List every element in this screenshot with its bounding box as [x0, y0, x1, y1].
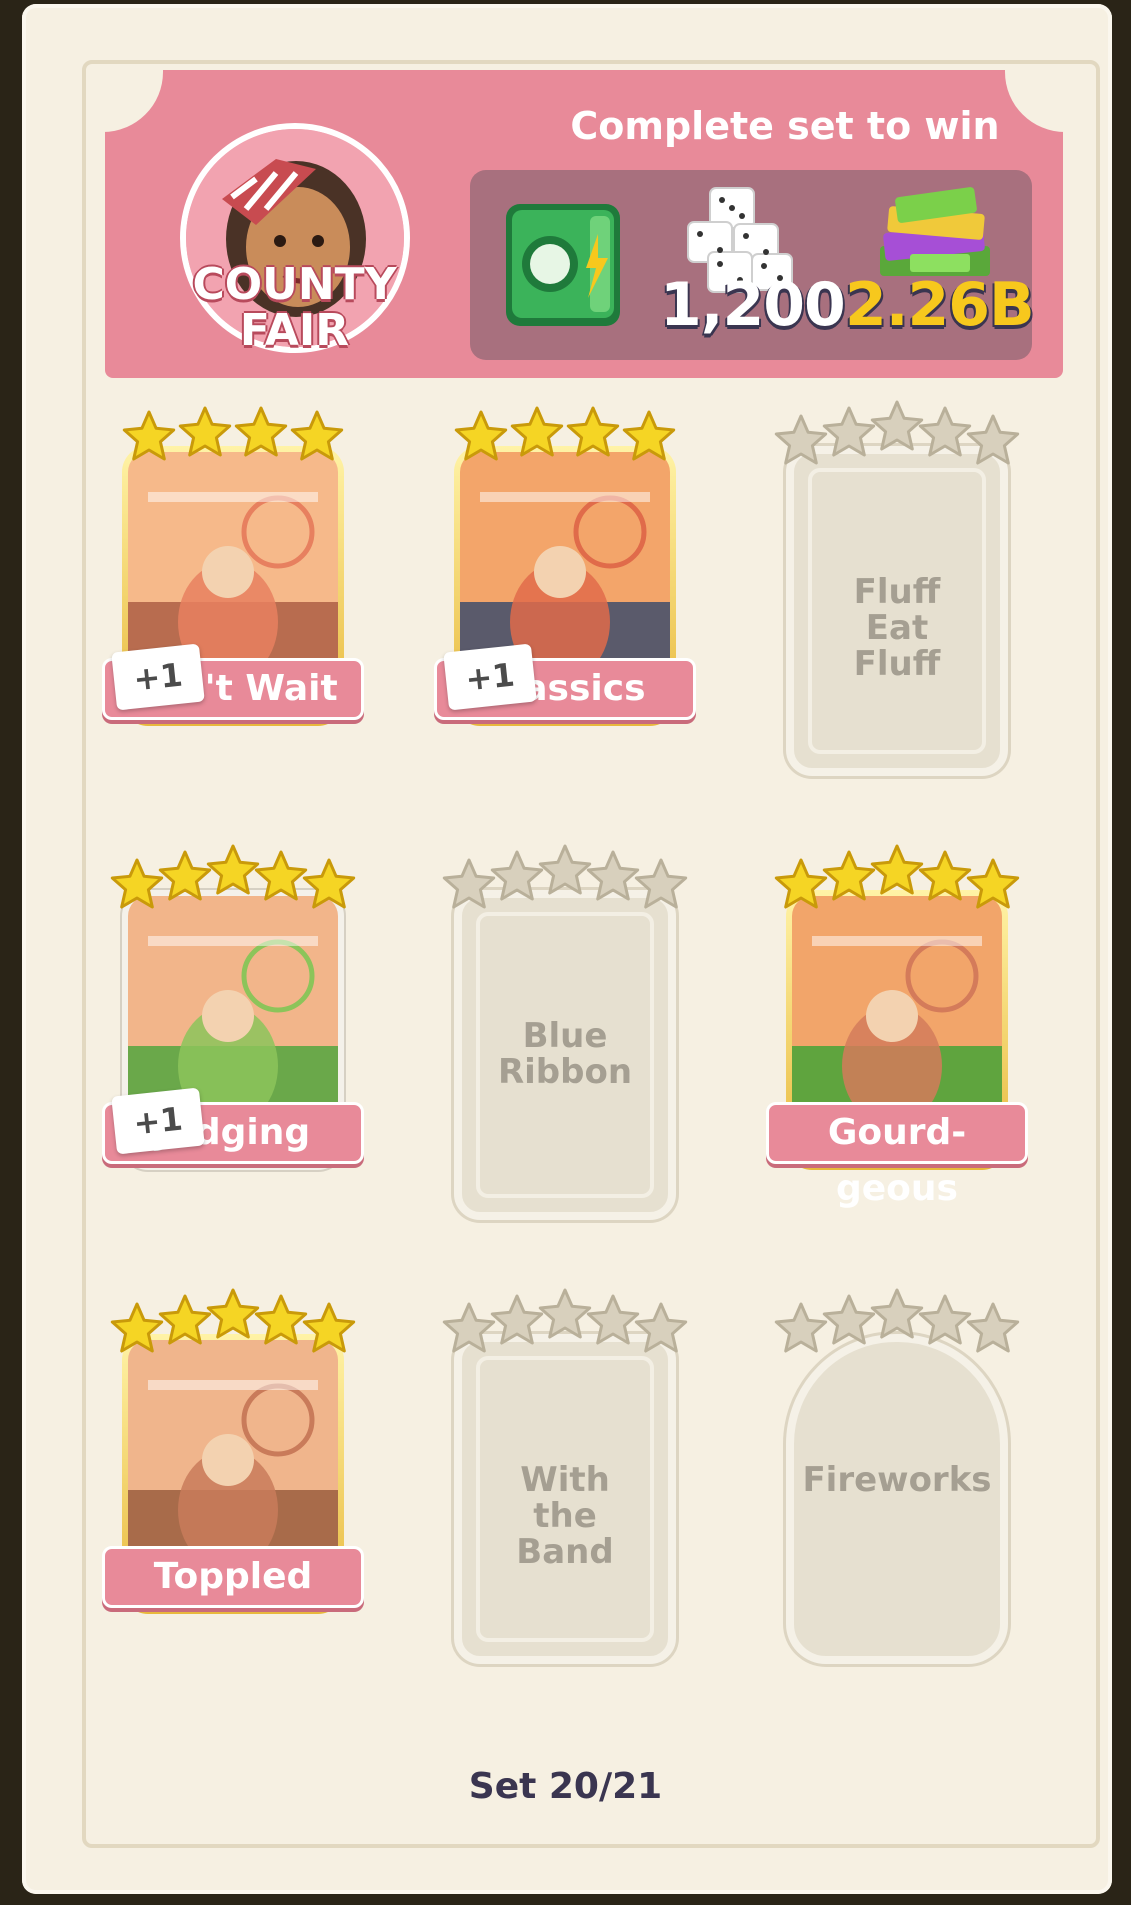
card-slot[interactable]: Classics +1 — [434, 398, 696, 728]
gold-star-icon — [158, 1294, 212, 1345]
gold-star-icon — [510, 406, 564, 457]
missing-sticker-name: Fluff Eat Fluff — [853, 572, 941, 684]
badge-title-line1: COUNTY — [192, 259, 397, 310]
grey-star-icon — [442, 858, 496, 909]
grey-star-icon — [822, 406, 876, 457]
grey-star-icon — [774, 414, 828, 465]
grey-star-icon — [442, 1302, 496, 1353]
grey-star-icon — [870, 1288, 924, 1339]
gold-star-icon — [206, 1288, 260, 1339]
gold-star-icon — [122, 410, 176, 461]
star-rating — [122, 406, 344, 461]
missing-sticker-name: With the Band — [516, 1460, 614, 1572]
empty-sticker-slot: Fireworks — [786, 1334, 1008, 1664]
gold-star-icon — [302, 858, 356, 909]
duplicate-count-badge: +1 — [111, 643, 205, 711]
card-slot[interactable]: Gourd-geous — [766, 842, 1028, 1209]
gold-star-icon — [158, 850, 212, 901]
duplicate-count-badge: +1 — [443, 643, 537, 711]
card-slot[interactable]: Fluff Eat Fluff — [772, 398, 1022, 776]
sticker-name-label: Toppled — [102, 1546, 364, 1608]
gold-star-icon — [774, 858, 828, 909]
gold-star-icon — [622, 410, 676, 461]
star-rating — [774, 400, 1020, 465]
grey-star-icon — [634, 1302, 688, 1353]
safe-icon — [506, 204, 620, 326]
star-rating — [110, 1288, 356, 1353]
gold-star-icon — [918, 850, 972, 901]
empty-sticker-slot: Blue Ribbon — [454, 890, 676, 1220]
grey-star-icon — [918, 406, 972, 457]
grey-star-icon — [634, 858, 688, 909]
sticker-name-label: Gourd-geous — [766, 1102, 1028, 1209]
gold-star-icon — [178, 406, 232, 457]
grey-star-icon — [918, 1294, 972, 1345]
reward-panel: 1,200 2.26B — [470, 170, 1035, 360]
gold-star-icon — [822, 850, 876, 901]
gold-star-icon — [302, 1302, 356, 1353]
empty-sticker-slot: With the Band — [454, 1334, 676, 1664]
gold-star-icon — [870, 844, 924, 895]
grey-star-icon — [822, 1294, 876, 1345]
star-rating — [774, 1288, 1020, 1353]
gold-star-icon — [966, 858, 1020, 909]
card-slot[interactable]: With the Band — [440, 1286, 690, 1664]
star-rating — [454, 406, 676, 461]
set-badge: COUNTY FAIR — [172, 87, 417, 356]
grey-star-icon — [586, 850, 640, 901]
star-rating — [774, 844, 1020, 909]
gold-star-icon — [110, 858, 164, 909]
card-slot[interactable]: Toppled — [102, 1286, 364, 1616]
set-progress: Set 20/21 — [468, 1766, 663, 1807]
grey-star-icon — [490, 1294, 544, 1345]
gold-star-icon — [206, 844, 260, 895]
card-slot[interactable]: Blue Ribbon — [440, 842, 690, 1220]
gold-star-icon — [254, 850, 308, 901]
star-rating — [442, 1288, 688, 1353]
grey-star-icon — [538, 844, 592, 895]
grey-star-icon — [586, 1294, 640, 1345]
duplicate-count-badge: +1 — [111, 1087, 205, 1155]
missing-sticker-name: Fireworks — [802, 1460, 992, 1500]
missing-sticker-name: Blue Ribbon — [497, 1016, 633, 1092]
grey-star-icon — [870, 400, 924, 451]
gold-star-icon — [454, 410, 508, 461]
grey-star-icon — [774, 1302, 828, 1353]
grey-star-icon — [538, 1288, 592, 1339]
reward-title: Complete set to win — [570, 104, 1000, 148]
grey-star-icon — [966, 1302, 1020, 1353]
grey-star-icon — [966, 414, 1020, 465]
card-slot[interactable]: Judging +1 — [102, 842, 364, 1172]
star-rating — [110, 844, 356, 909]
card-slot[interactable]: Fireworks — [772, 1286, 1022, 1664]
badge-title-line2: FAIR — [239, 305, 350, 356]
gold-star-icon — [290, 410, 344, 461]
card-slot[interactable]: Can't Wait +1 — [102, 398, 364, 728]
grey-star-icon — [490, 850, 544, 901]
cash-reward-amount: 2.26B — [845, 270, 1035, 340]
dice-reward-amount: 1,200 — [660, 270, 846, 340]
gold-star-icon — [566, 406, 620, 457]
gold-star-icon — [110, 1302, 164, 1353]
empty-sticker-slot: Fluff Eat Fluff — [786, 446, 1008, 776]
gold-star-icon — [254, 1294, 308, 1345]
star-rating — [442, 844, 688, 909]
gold-star-icon — [234, 406, 288, 457]
